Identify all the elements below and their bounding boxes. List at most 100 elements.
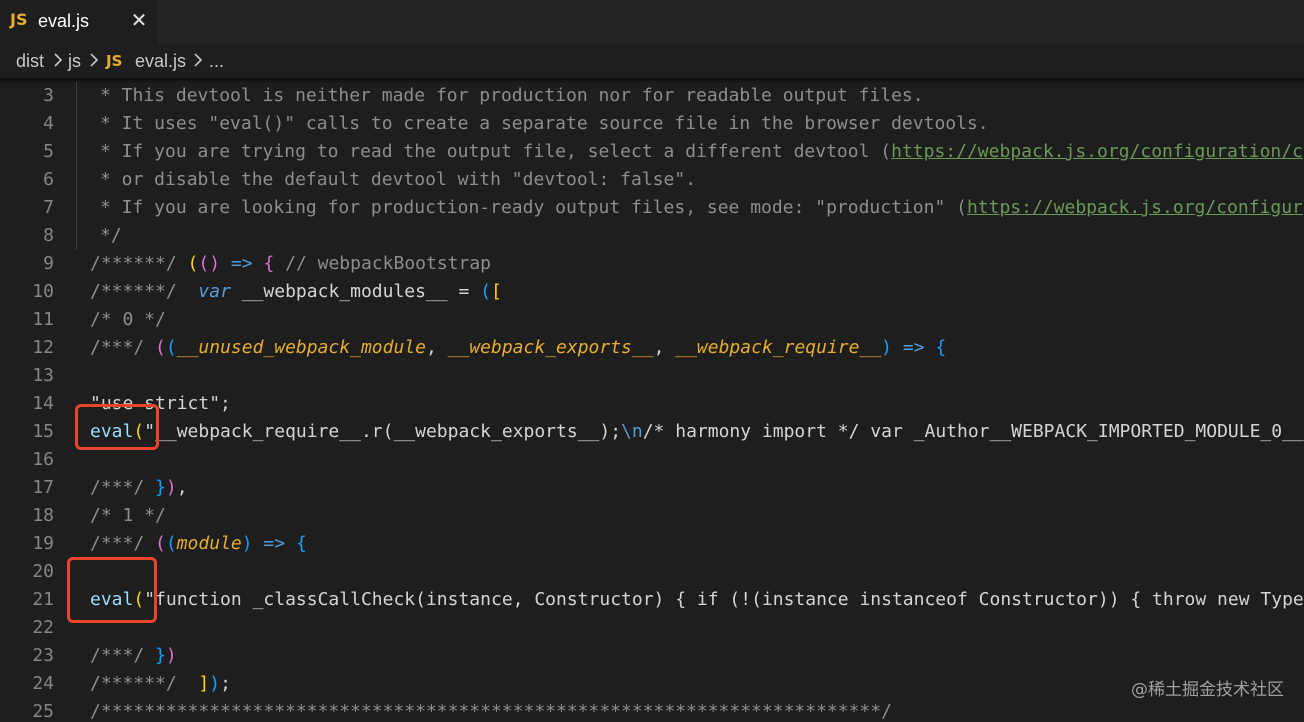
line-number: 21: [32, 589, 54, 610]
code-line: 20: [0, 558, 1304, 586]
code-text: /***************************************…: [90, 701, 892, 722]
line-number: 3: [43, 85, 54, 106]
comment-text: /***/: [90, 645, 156, 666]
code-text: /***/ ((__unused_webpack_module, __webpa…: [90, 337, 947, 358]
code-text: * If you are looking for production-read…: [100, 194, 1303, 222]
code-line: 12 /***/ ((__unused_webpack_module, __we…: [0, 334, 1304, 362]
tab-label: eval.js: [38, 11, 90, 31]
code-line: 16: [0, 446, 1304, 474]
string-literal: /* harmony import */ var _Author__WEBPAC…: [642, 421, 1304, 442]
code-text: eval("__webpack_require__.r(__webpack_ex…: [90, 421, 1304, 442]
string-literal: "function _classCallCheck(instance, Cons…: [144, 589, 1304, 610]
line-number: 8: [43, 225, 54, 246]
code-text: /******/ ]);: [90, 673, 231, 694]
code-text: /***/ }),: [90, 477, 188, 498]
code-line: 5 * If you are trying to read the output…: [0, 138, 1304, 166]
annotation-box-eval-line-21: [67, 557, 157, 623]
breadcrumb-item-eval-js[interactable]: eval.js: [135, 51, 186, 72]
breadcrumb: dist js JS eval.js ...: [0, 44, 1304, 78]
close-icon[interactable]: ✕: [128, 10, 150, 32]
code-line: 22: [0, 614, 1304, 642]
tab-eval-js[interactable]: JS eval.js ✕: [0, 0, 158, 44]
annotation-box-eval-line-15: [75, 404, 159, 450]
line-number: 15: [32, 421, 54, 442]
code-line: 3 * This devtool is neither made for pro…: [0, 82, 1304, 110]
code-text: * This devtool is neither made for produ…: [100, 85, 924, 106]
code-line: 7 * If you are looking for production-re…: [0, 194, 1304, 222]
code-line: 17 /***/ }),: [0, 474, 1304, 502]
comment-text: /******/: [90, 281, 188, 302]
line-number: 17: [32, 477, 54, 498]
code-text: /******/ var __webpack_modules__ = ([: [90, 281, 502, 302]
code-editor[interactable]: 3 * This devtool is neither made for pro…: [0, 82, 1304, 722]
code-line: 4 * It uses "eval()" calls to create a s…: [0, 110, 1304, 138]
code-text: * It uses "eval()" calls to create a sep…: [100, 113, 989, 134]
code-text: /******/ (() => { // webpackBootstrap: [90, 253, 492, 274]
comment-text: // webpackBootstrap: [274, 253, 492, 274]
line-number: 13: [32, 365, 54, 386]
line-number: 24: [32, 673, 54, 694]
code-line: 8 */: [0, 222, 1304, 250]
code-line: 18 /* 1 */: [0, 502, 1304, 530]
line-number: 9: [43, 253, 54, 274]
param: __webpack_require__: [675, 337, 882, 358]
code-text: /***/ }): [90, 645, 177, 666]
js-file-icon: JS: [10, 10, 28, 29]
code-line: 21 eval("function _classCallCheck(instan…: [0, 586, 1304, 614]
code-text: * or disable the default devtool with "d…: [100, 169, 697, 190]
code-text: */: [100, 225, 122, 246]
line-number: 16: [32, 449, 54, 470]
comment-text: * If you are looking for production-read…: [100, 197, 967, 218]
watermark: @稀土掘金技术社区: [1131, 680, 1284, 700]
comment-text: /***/: [90, 337, 156, 358]
comment-text: /******/: [90, 673, 188, 694]
line-number: 10: [32, 281, 54, 302]
js-file-icon: JS: [106, 52, 123, 70]
param: __unused_webpack_module: [176, 337, 426, 358]
line-number: 18: [32, 505, 54, 526]
line-number: 22: [32, 617, 54, 638]
code-text: eval("function _classCallCheck(instance,…: [90, 589, 1304, 610]
chevron-right-icon: [90, 53, 99, 67]
code-line: 13: [0, 362, 1304, 390]
keyword: var: [198, 281, 231, 302]
code-line: 15 eval("__webpack_require__.r(__webpack…: [0, 418, 1304, 446]
code-line: 19 /***/ ((module) => {: [0, 530, 1304, 558]
comment-link[interactable]: https://webpack.js.org/configur: [967, 197, 1303, 218]
line-number: 5: [43, 141, 54, 162]
code-line: 24 /******/ ]);: [0, 670, 1304, 698]
param: module: [176, 533, 242, 554]
comment-text: /***/: [90, 477, 156, 498]
code-line: 11 /* 0 */: [0, 306, 1304, 334]
comment-link[interactable]: https://webpack.js.org/configuration/c: [891, 141, 1303, 162]
string-literal: "__webpack_require__.r(__webpack_exports…: [144, 421, 622, 442]
line-number: 23: [32, 645, 54, 666]
comment-text: * If you are trying to read the output f…: [100, 141, 892, 162]
code-line: 6 * or disable the default devtool with …: [0, 166, 1304, 194]
line-number: 19: [32, 533, 54, 554]
code-line: 9 /******/ (() => { // webpackBootstrap: [0, 250, 1304, 278]
line-number: 11: [32, 309, 54, 330]
code-text: /* 0 */: [90, 309, 166, 330]
line-number: 25: [32, 701, 54, 722]
comment-text: /***/: [90, 533, 156, 554]
code-line: 23 /***/ }): [0, 642, 1304, 670]
line-number: 12: [32, 337, 54, 358]
tab-bar: JS eval.js ✕: [0, 0, 1304, 44]
param: __webpack_exports__: [447, 337, 654, 358]
chevron-right-icon: [54, 53, 63, 67]
line-number: 14: [32, 393, 54, 414]
breadcrumb-item-js[interactable]: js: [68, 51, 81, 72]
line-number: 6: [43, 169, 54, 190]
escape-sequence: \n: [621, 421, 643, 442]
code-line: 10 /******/ var __webpack_modules__ = ([: [0, 278, 1304, 306]
breadcrumb-item-more[interactable]: ...: [209, 51, 224, 72]
comment-text: /******/: [90, 253, 188, 274]
code-text: * If you are trying to read the output f…: [100, 138, 1303, 166]
breadcrumb-item-dist[interactable]: dist: [16, 51, 44, 72]
code-line: 14 "use strict";: [0, 390, 1304, 418]
chevron-right-icon: [194, 53, 203, 67]
code-text: /* 1 */: [90, 505, 166, 526]
code-line: 25 /************************************…: [0, 698, 1304, 722]
identifier: __webpack_modules__: [230, 281, 459, 302]
